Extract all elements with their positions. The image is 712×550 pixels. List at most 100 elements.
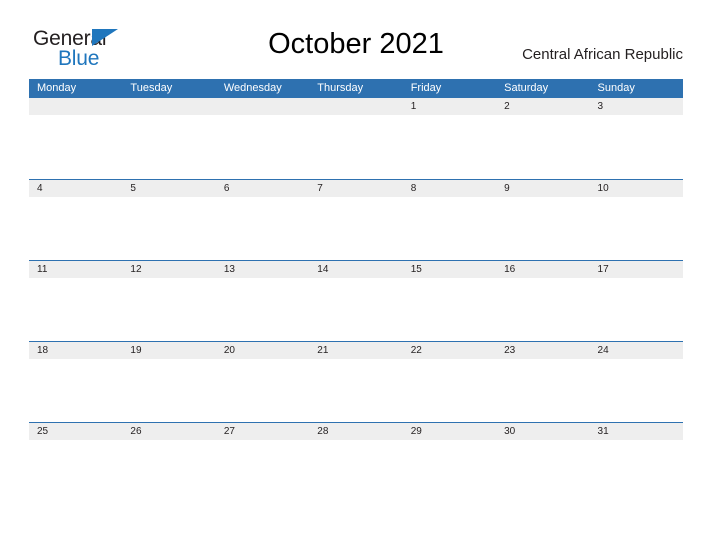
day-number: 1 (402, 98, 497, 115)
day-number (122, 98, 216, 115)
calendar-day-cell[interactable]: 1 (402, 98, 497, 179)
day-events-area[interactable] (215, 440, 310, 503)
calendar-day-cell[interactable]: 12 (122, 260, 216, 341)
calendar-day-cell[interactable]: 9 (496, 179, 590, 260)
day-number: 27 (215, 422, 310, 440)
calendar-day-cell[interactable]: 20 (215, 341, 310, 422)
day-number (29, 98, 123, 115)
day-events-area[interactable] (496, 115, 590, 178)
weekday-header-wednesday: Wednesday (215, 79, 310, 98)
calendar-day-cell[interactable]: 19 (122, 341, 216, 422)
calendar-day-cell[interactable]: 11 (29, 260, 123, 341)
day-events-area[interactable] (402, 115, 497, 178)
day-number: 12 (122, 260, 216, 278)
calendar-day-cell[interactable]: 22 (402, 341, 497, 422)
day-events-area[interactable] (29, 440, 123, 503)
day-number: 23 (496, 341, 590, 359)
day-events-area[interactable] (122, 440, 216, 503)
day-number: 31 (589, 422, 683, 440)
calendar-day-cell[interactable]: 30 (496, 422, 590, 503)
calendar-day-cell[interactable]: 27 (215, 422, 310, 503)
calendar-day-cell[interactable]: 29 (402, 422, 497, 503)
calendar-day-cell[interactable]: 25 (29, 422, 123, 503)
day-events-area[interactable] (309, 197, 403, 260)
calendar-day-cell[interactable]: 23 (496, 341, 590, 422)
day-number: 22 (402, 341, 497, 359)
calendar-body: 1 2 3 4 5 6 7 8 9 10 11 12 13 14 15 16 1… (29, 98, 683, 503)
calendar-day-cell[interactable]: 26 (122, 422, 216, 503)
day-events-area[interactable] (309, 359, 403, 422)
day-number: 20 (215, 341, 310, 359)
calendar-day-cell[interactable]: 21 (309, 341, 403, 422)
day-events-area[interactable] (122, 115, 216, 178)
day-events-area[interactable] (215, 115, 310, 178)
calendar-day-cell[interactable]: 8 (402, 179, 497, 260)
day-events-area[interactable] (122, 278, 216, 341)
day-number: 5 (122, 179, 216, 197)
calendar-day-cell[interactable]: 31 (589, 422, 683, 503)
day-events-area[interactable] (215, 359, 310, 422)
calendar-day-cell[interactable]: 4 (29, 179, 123, 260)
day-number: 11 (29, 260, 123, 278)
day-events-area[interactable] (309, 115, 403, 178)
calendar-day-cell[interactable]: 6 (215, 179, 310, 260)
calendar-week-row: 18 19 20 21 22 23 24 (29, 341, 683, 422)
day-number: 2 (496, 98, 590, 115)
calendar-day-cell[interactable]: 13 (215, 260, 310, 341)
day-number (215, 98, 310, 115)
calendar-day-cell[interactable] (29, 98, 123, 179)
day-events-area[interactable] (215, 197, 310, 260)
weekday-header-saturday: Saturday (496, 79, 590, 98)
calendar-day-cell[interactable] (309, 98, 403, 179)
day-events-area[interactable] (29, 278, 123, 341)
calendar-day-cell[interactable]: 16 (496, 260, 590, 341)
day-number: 28 (309, 422, 403, 440)
day-events-area[interactable] (589, 115, 683, 178)
day-number: 17 (589, 260, 683, 278)
calendar-day-cell[interactable]: 24 (589, 341, 683, 422)
calendar-day-cell[interactable]: 14 (309, 260, 403, 341)
day-number: 7 (309, 179, 403, 197)
day-events-area[interactable] (215, 278, 310, 341)
day-events-area[interactable] (402, 197, 497, 260)
weekday-header-monday: Monday (29, 79, 123, 98)
day-number: 24 (589, 341, 683, 359)
day-events-area[interactable] (496, 359, 590, 422)
day-events-area[interactable] (29, 115, 123, 178)
day-events-area[interactable] (309, 440, 403, 503)
calendar-day-cell[interactable]: 2 (496, 98, 590, 179)
day-events-area[interactable] (29, 197, 123, 260)
day-events-area[interactable] (122, 197, 216, 260)
day-events-area[interactable] (29, 359, 123, 422)
day-number: 13 (215, 260, 310, 278)
calendar-day-cell[interactable]: 28 (309, 422, 403, 503)
day-events-area[interactable] (589, 278, 683, 341)
day-events-area[interactable] (589, 440, 683, 503)
day-number: 25 (29, 422, 123, 440)
day-events-area[interactable] (122, 359, 216, 422)
calendar-week-row: 25 26 27 28 29 30 31 (29, 422, 683, 503)
day-events-area[interactable] (589, 359, 683, 422)
calendar-day-cell[interactable]: 15 (402, 260, 497, 341)
calendar-day-cell[interactable]: 18 (29, 341, 123, 422)
calendar-day-cell[interactable]: 10 (589, 179, 683, 260)
calendar-day-cell[interactable] (122, 98, 216, 179)
day-number: 10 (589, 179, 683, 197)
calendar-day-cell[interactable] (215, 98, 310, 179)
day-number: 29 (402, 422, 497, 440)
calendar-day-cell[interactable]: 17 (589, 260, 683, 341)
day-events-area[interactable] (402, 440, 497, 503)
day-events-area[interactable] (496, 197, 590, 260)
day-events-area[interactable] (496, 278, 590, 341)
weekday-header-thursday: Thursday (309, 79, 403, 98)
day-number: 8 (402, 179, 497, 197)
calendar-day-cell[interactable]: 5 (122, 179, 216, 260)
day-events-area[interactable] (496, 440, 590, 503)
day-events-area[interactable] (402, 359, 497, 422)
calendar-day-cell[interactable]: 7 (309, 179, 403, 260)
calendar-day-cell[interactable]: 3 (589, 98, 683, 179)
page-header: General Blue October 2021 Central Africa… (0, 0, 712, 78)
day-events-area[interactable] (402, 278, 497, 341)
day-events-area[interactable] (589, 197, 683, 260)
day-events-area[interactable] (309, 278, 403, 341)
